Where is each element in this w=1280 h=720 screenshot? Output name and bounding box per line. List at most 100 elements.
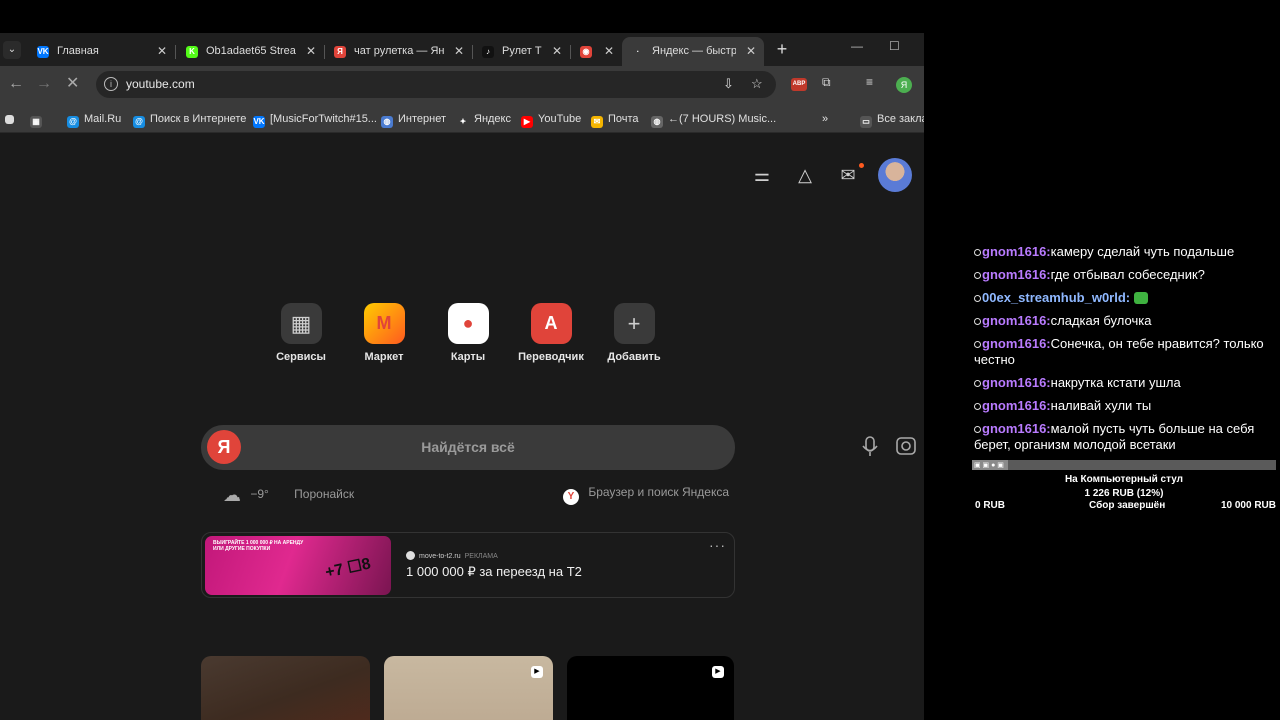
- apps-grid-icon[interactable]: ▦: [30, 111, 47, 128]
- service-tile[interactable]: ▦ Сервисы: [261, 303, 341, 363]
- bookmark-item[interactable]: ◍ Интернет: [381, 111, 446, 128]
- service-tile[interactable]: ● Карты: [428, 303, 508, 363]
- ad-image[interactable]: ВЫИГРАЙТЕ 1 000 000 ₽ НА АРЕНДУ ИЛИ ДРУГ…: [205, 536, 391, 595]
- chat-badge-icon: [974, 380, 981, 387]
- ad-headline[interactable]: 1 000 000 ₽ за переезд на Т2: [406, 564, 582, 580]
- bookmark-star-icon[interactable]: ☆: [751, 76, 763, 92]
- tab-close-icon[interactable]: ✕: [454, 37, 464, 66]
- bookmark-item[interactable]: ✉ Почта: [591, 111, 639, 128]
- tab[interactable]: ◉ ✕: [570, 37, 622, 66]
- bookmark-item[interactable]: ✦ Яндекс: [457, 111, 511, 128]
- donation-range-row: 0 RUB Сбор завершён 10 000 RUB: [972, 500, 1276, 514]
- weather-city: Поронайск: [294, 487, 355, 501]
- record-icon: ◉: [580, 46, 592, 58]
- tab-close-icon[interactable]: ✕: [552, 37, 562, 66]
- maps-icon: ●: [447, 303, 489, 344]
- translate-icon: A: [530, 303, 572, 344]
- user-avatar[interactable]: [878, 158, 912, 192]
- service-tile[interactable]: + Добавить: [594, 303, 674, 363]
- mail-envelope-icon[interactable]: ✉: [836, 163, 860, 187]
- alice-icon[interactable]: △: [793, 163, 817, 187]
- mailru-icon: @: [67, 116, 79, 128]
- minimize-button[interactable]: —: [851, 39, 863, 53]
- weather-widget[interactable]: ☁ −9° Поронайск: [223, 485, 354, 506]
- service-label: Маркет: [364, 351, 404, 363]
- bookmarks-bar: ▦ @ Mail.Ru @ Поиск в Интернете VK [MusicForT…: [0, 103, 924, 133]
- tab[interactable]: ♪ Рулет ТВ ✕: [472, 37, 570, 66]
- ad-banner[interactable]: ВЫИГРАЙТЕ 1 000 000 ₽ НА АРЕНДУ ИЛИ ДРУГ…: [201, 532, 735, 598]
- search-input[interactable]: Найдётся всё: [201, 439, 735, 455]
- tab-close-icon[interactable]: ✕: [604, 37, 614, 66]
- chat-username: gnom1616:: [982, 244, 1051, 259]
- chat-emote-icon: [1134, 292, 1149, 304]
- new-tab-button[interactable]: +: [773, 39, 791, 61]
- bookmark-item[interactable]: ▶ YouTube: [521, 111, 581, 128]
- play-icon: ▶: [531, 666, 543, 678]
- chat-badge-icon: [974, 318, 981, 325]
- globe-icon: ◍: [381, 116, 393, 128]
- chat-badge-icon: [974, 426, 981, 433]
- bookmark-item[interactable]: VK [MusicForTwitch#15...: [253, 111, 377, 128]
- back-arrow-icon[interactable]: ←: [8, 75, 24, 93]
- microphone-icon[interactable]: [861, 435, 924, 459]
- chat-badge-icon: [974, 403, 981, 410]
- address-bar[interactable]: i youtube.com ⇩ ☆: [96, 71, 776, 98]
- video-card[interactable]: ▶: [384, 656, 553, 720]
- browser-window: ⌄ VK Главная ✕ K Ob1adaet65 Stream ✕ Ячат руле…: [0, 33, 924, 720]
- tab-close-icon[interactable]: ✕: [306, 37, 316, 66]
- bookmark-item[interactable]: @ Mail.Ru: [67, 111, 121, 128]
- extensions-puzzle-icon[interactable]: ⧉: [822, 75, 831, 90]
- forward-arrow-icon[interactable]: →: [36, 75, 52, 93]
- tab-close-icon[interactable]: ✕: [157, 37, 167, 66]
- chat-badge-icon: [974, 249, 981, 256]
- tab-list-chevron-icon[interactable]: ⌄: [3, 41, 21, 59]
- kick-icon: K: [186, 46, 198, 58]
- all-bookmarks-button[interactable]: ▭ Все закла: [860, 111, 924, 128]
- ad-tag: РЕКЛАМА: [464, 553, 498, 560]
- market-icon: M: [363, 303, 405, 344]
- screen: { "tabs": [ {"title": "Главная", "icon":…: [0, 0, 1280, 720]
- yandex-browser-icon: Y: [563, 489, 579, 505]
- bookmarks-overflow-chevron-icon[interactable]: »: [822, 111, 828, 127]
- stop-loading-icon[interactable]: ✕: [66, 75, 79, 93]
- bookmark-folder-icon[interactable]: [5, 111, 19, 127]
- search-bar[interactable]: Я Найдётся всё: [201, 425, 916, 470]
- tab[interactable]: · Яндекс — быстрый ✕: [622, 37, 764, 66]
- adblock-plus-icon[interactable]: ABP: [791, 78, 807, 91]
- profile-avatar[interactable]: Я: [896, 77, 912, 93]
- ad-source[interactable]: move-to-t2.ru РЕКЛАМА: [406, 551, 498, 560]
- maximize-button[interactable]: ☐: [889, 39, 900, 53]
- tab[interactable]: K Ob1adaet65 Stream ✕: [176, 37, 324, 66]
- chat-message: gnom1616:малой пусть чуть больше на себя…: [974, 421, 1280, 453]
- address-url[interactable]: youtube.com: [126, 77, 195, 91]
- site-info-icon[interactable]: i: [104, 77, 118, 91]
- loading-icon: ·: [632, 46, 644, 58]
- tab-bar: ⌄ VK Главная ✕ K Ob1adaet65 Stream ✕ Ячат руле…: [0, 33, 924, 66]
- service-label: Карты: [450, 351, 486, 363]
- tab-close-icon[interactable]: ✕: [746, 37, 756, 66]
- more-options-icon[interactable]: ···: [709, 537, 726, 553]
- yandex-browser-promo[interactable]: Y Браузер и поиск Яндекса: [563, 485, 729, 505]
- tab[interactable]: Ячат рулетка — Янд ✕: [324, 37, 472, 66]
- donation-bar-icons: ▣ ▣ ● ▣: [974, 462, 1004, 469]
- settings-sliders-icon[interactable]: ⚌: [750, 163, 774, 187]
- grid-icon: ▦: [280, 303, 322, 344]
- chat-text: наливай хули ты: [1050, 398, 1152, 413]
- bookmark-item[interactable]: ◍ ←(7 HOURS) Music...: [651, 111, 777, 128]
- chat-username: gnom1616:: [982, 421, 1051, 436]
- media-controls-icon[interactable]: ≡: [866, 75, 873, 89]
- video-card[interactable]: [201, 656, 370, 720]
- video-card[interactable]: ▶: [567, 656, 734, 720]
- toolbar: ← → ✕ i youtube.com ⇩ ☆ ABP ⧉ ≡ Я: [0, 66, 924, 103]
- tab[interactable]: VK Главная ✕: [27, 37, 175, 66]
- yandex-browser-label: Браузер и поиск Яндекса: [588, 485, 730, 499]
- bookmark-label: ←(7 HOURS) Music...: [668, 113, 777, 125]
- vk-icon: VK: [37, 46, 49, 58]
- install-app-icon[interactable]: ⇩: [723, 76, 734, 92]
- donation-status: Сбор завершён: [1089, 500, 1166, 511]
- chat-username: gnom1616:: [982, 336, 1051, 351]
- donation-raised: 1 226 RUB (12%): [1084, 488, 1164, 499]
- bookmark-item[interactable]: @ Поиск в Интернете: [133, 111, 246, 128]
- service-tile[interactable]: M Маркет: [344, 303, 424, 363]
- service-tile[interactable]: A Переводчик: [511, 303, 591, 363]
